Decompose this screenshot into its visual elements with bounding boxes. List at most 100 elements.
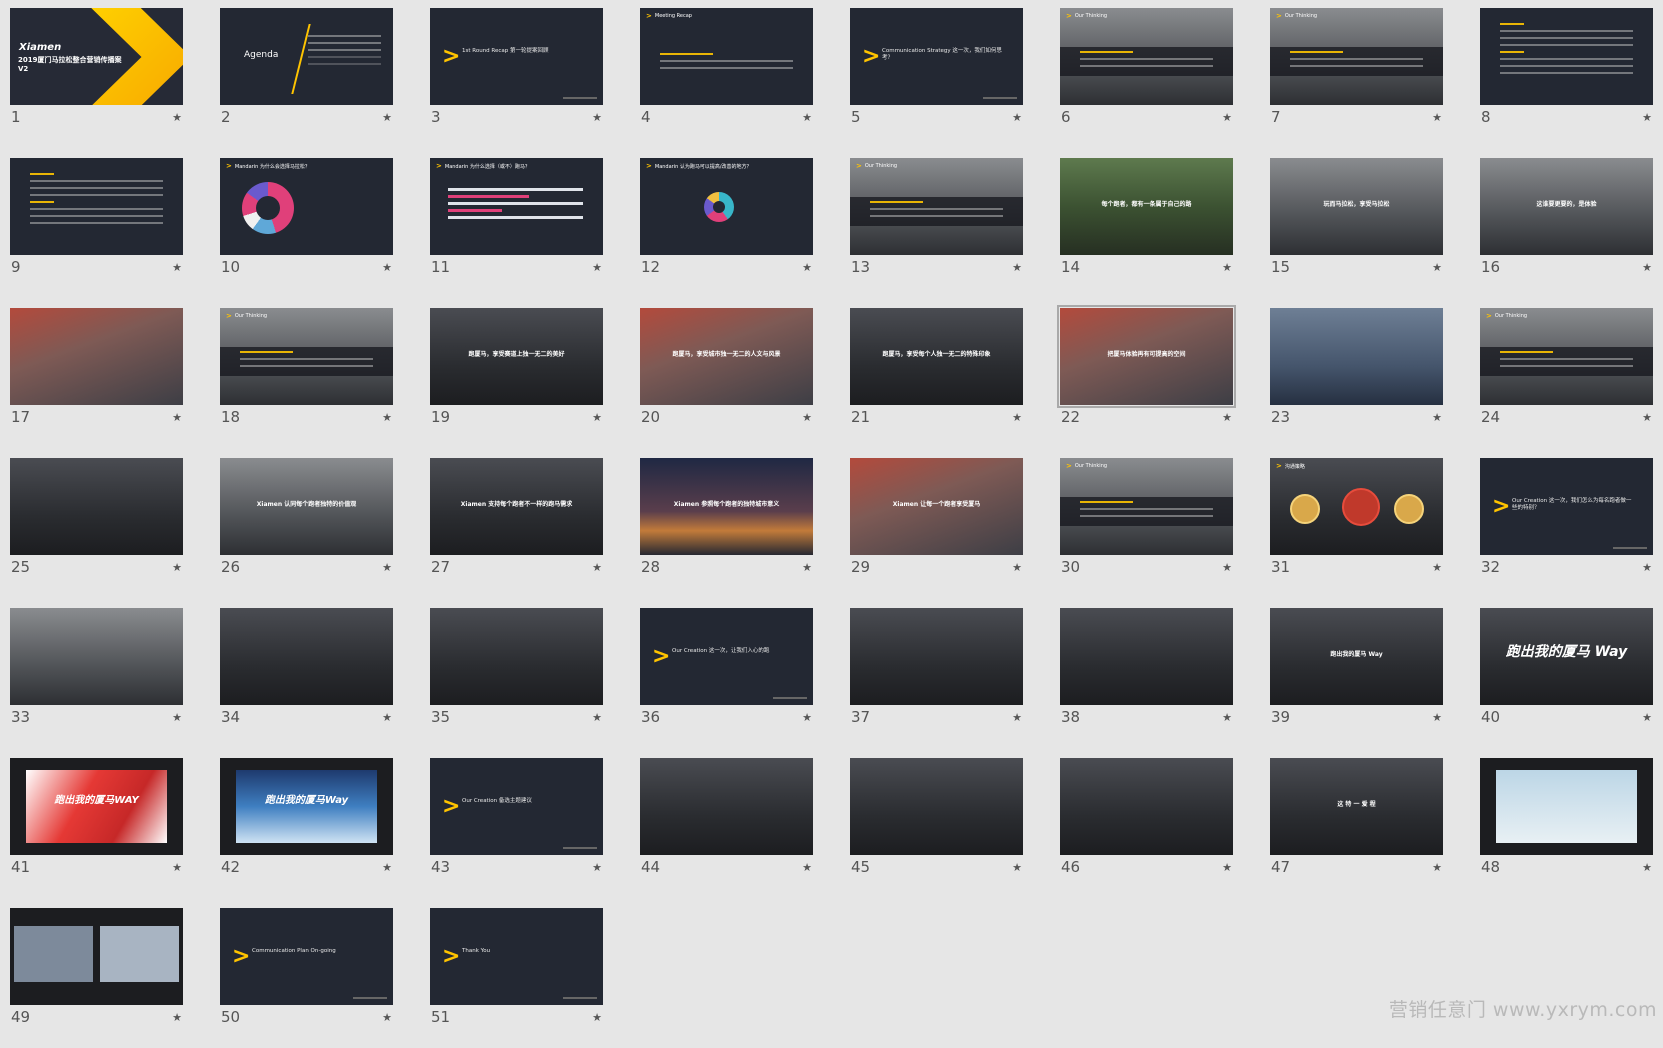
slide-thumbnail[interactable]: 跑厦马，享受每个人独一无二的特殊印象 21 ★ [850,308,1023,448]
star-icon[interactable]: ★ [1012,711,1023,724]
slide-thumbnail[interactable]: 45 ★ [850,758,1023,898]
slide-thumbnail[interactable]: 33 ★ [10,608,183,748]
slide-thumbnail[interactable]: > Mandarin 认为跑马可以提高/改善的地方？ 12 ★ [640,158,813,298]
slide-preview[interactable] [850,608,1023,705]
slide-preview[interactable]: Xiamen 让每一个跑者享受厦马 [850,458,1023,555]
slide-thumbnail[interactable]: 44 ★ [640,758,813,898]
slide-thumbnail[interactable]: 跑厦马，享受赛道上独一无二的美好 19 ★ [430,308,603,448]
slide-thumbnail[interactable]: 这谁要更要的，是体验 16 ★ [1480,158,1653,298]
slide-thumbnail[interactable]: 37 ★ [850,608,1023,748]
slide-preview[interactable] [1480,8,1653,105]
slide-thumbnail[interactable]: > Our Thinking 6 ★ [1060,8,1233,148]
star-icon[interactable]: ★ [1642,561,1653,574]
slide-preview[interactable] [430,608,603,705]
star-icon[interactable]: ★ [1012,261,1023,274]
slide-thumbnail[interactable]: > Our Thinking 30 ★ [1060,458,1233,598]
slide-thumbnail[interactable]: > Thank You 51 ★ [430,908,603,1048]
slide-thumbnail[interactable]: 每个跑者，都有一条属于自己的路 14 ★ [1060,158,1233,298]
slide-preview[interactable]: 跑厦马，享受城市独一无二的人文与风景 [640,308,813,405]
slide-thumbnail[interactable]: Xiamen 认同每个跑者独特的价值观 26 ★ [220,458,393,598]
star-icon[interactable]: ★ [1432,111,1443,124]
slide-thumbnail[interactable]: > Communication Plan On-going 50 ★ [220,908,393,1048]
slide-thumbnail[interactable]: 9 ★ [10,158,183,298]
star-icon[interactable]: ★ [1642,261,1653,274]
star-icon[interactable]: ★ [592,711,603,724]
slide-thumbnail[interactable]: Xiamen 让每一个跑者享受厦马 29 ★ [850,458,1023,598]
star-icon[interactable]: ★ [382,1011,393,1024]
slide-preview[interactable]: Xiamen 认同每个跑者独特的价值观 [220,458,393,555]
slide-preview[interactable]: > Our Thinking [220,308,393,405]
slide-thumbnail[interactable]: > Our Thinking 7 ★ [1270,8,1443,148]
slide-thumbnail[interactable]: > Mandarin 为什么选择（或不）跑马？ 11 ★ [430,158,603,298]
slide-preview[interactable]: Xiamen 参照每个跑者的独特城市意义 [640,458,813,555]
slide-thumbnail[interactable]: 这 特 一 爱 程 47 ★ [1270,758,1443,898]
slide-preview[interactable] [1060,608,1233,705]
slide-preview[interactable]: > Communication Strategy 这一次，我们如何思考？ [850,8,1023,105]
slide-preview[interactable] [640,758,813,855]
slide-thumbnail[interactable]: > Our Creation 备选主题建议 43 ★ [430,758,603,898]
slide-preview[interactable] [850,758,1023,855]
slide-thumbnail[interactable]: 把厦马体验再有可提高的空间 22 ★ [1057,305,1236,448]
slide-preview[interactable]: > Mandarin 为什么选择（或不）跑马？ [430,158,603,255]
star-icon[interactable]: ★ [1432,261,1443,274]
slide-preview[interactable] [1060,758,1233,855]
slide-thumbnail[interactable]: 8 ★ [1480,8,1653,148]
slide-preview[interactable] [10,308,183,405]
star-icon[interactable]: ★ [802,711,813,724]
star-icon[interactable]: ★ [592,861,603,874]
star-icon[interactable]: ★ [592,1011,603,1024]
slide-thumbnail[interactable]: > 沟通策略 31 ★ [1270,458,1443,598]
slide-thumbnail[interactable]: 46 ★ [1060,758,1233,898]
star-icon[interactable]: ★ [172,111,183,124]
slide-thumbnail[interactable]: Xiamen 2019厦门马拉松整合营销传播案V2 1 ★ [10,8,183,148]
star-icon[interactable]: ★ [382,861,393,874]
slide-thumbnail[interactable]: 玩而马拉松，享受马拉松 15 ★ [1270,158,1443,298]
star-icon[interactable]: ★ [1222,711,1233,724]
star-icon[interactable]: ★ [1222,261,1233,274]
star-icon[interactable]: ★ [1642,111,1653,124]
star-icon[interactable]: ★ [1432,861,1443,874]
slide-preview[interactable]: 跑厦马，享受赛道上独一无二的美好 [430,308,603,405]
star-icon[interactable]: ★ [172,561,183,574]
slide-thumbnail[interactable]: > Communication Strategy 这一次，我们如何思考？ 5 ★ [850,8,1023,148]
slide-preview[interactable]: Xiamen 支持每个跑者不一样的跑马需求 [430,458,603,555]
slide-thumbnail[interactable]: > Our Thinking 18 ★ [220,308,393,448]
slide-preview[interactable]: 这 特 一 爱 程 [1270,758,1443,855]
slide-preview[interactable]: > Our Thinking [1060,8,1233,105]
slide-preview[interactable]: Xiamen 2019厦门马拉松整合营销传播案V2 [10,8,183,105]
slide-thumbnail[interactable]: 17 ★ [10,308,183,448]
slide-thumbnail[interactable]: > Mandarin 为什么会选择马拉松？ 10 ★ [220,158,393,298]
slide-thumbnail[interactable]: 跑出我的厦马 Way 39 ★ [1270,608,1443,748]
slide-preview[interactable]: > Our Thinking [850,158,1023,255]
slide-thumbnail[interactable]: 38 ★ [1060,608,1233,748]
slide-preview[interactable]: 把厦马体验再有可提高的空间 [1057,305,1236,408]
star-icon[interactable]: ★ [592,561,603,574]
star-icon[interactable]: ★ [1012,111,1023,124]
slide-preview[interactable]: > Mandarin 为什么会选择马拉松？ [220,158,393,255]
slide-thumbnail[interactable]: 25 ★ [10,458,183,598]
star-icon[interactable]: ★ [592,411,603,424]
slide-preview[interactable]: 跑出我的厦马WAY [10,758,183,855]
slide-thumbnail[interactable]: 跑出我的厦马 Way 40 ★ [1480,608,1653,748]
star-icon[interactable]: ★ [1642,411,1653,424]
slide-thumbnail[interactable]: 23 ★ [1270,308,1443,448]
star-icon[interactable]: ★ [1432,711,1443,724]
star-icon[interactable]: ★ [1012,861,1023,874]
slide-preview[interactable]: > Our Thinking [1480,308,1653,405]
star-icon[interactable]: ★ [382,711,393,724]
slide-thumbnail[interactable]: 34 ★ [220,608,393,748]
slide-preview[interactable] [10,158,183,255]
slide-thumbnail[interactable]: 35 ★ [430,608,603,748]
star-icon[interactable]: ★ [382,261,393,274]
slide-preview[interactable]: 跑出我的厦马 Way [1480,608,1653,705]
star-icon[interactable]: ★ [1012,411,1023,424]
star-icon[interactable]: ★ [172,711,183,724]
star-icon[interactable]: ★ [1642,861,1653,874]
slide-preview[interactable]: > Thank You [430,908,603,1005]
slide-preview[interactable] [1480,758,1653,855]
slide-preview[interactable]: 跑出我的厦马 Way [1270,608,1443,705]
slide-thumbnail[interactable]: 跑厦马，享受城市独一无二的人文与风景 20 ★ [640,308,813,448]
star-icon[interactable]: ★ [1432,561,1443,574]
star-icon[interactable]: ★ [382,411,393,424]
slide-thumbnail[interactable]: 49 ★ [10,908,183,1048]
